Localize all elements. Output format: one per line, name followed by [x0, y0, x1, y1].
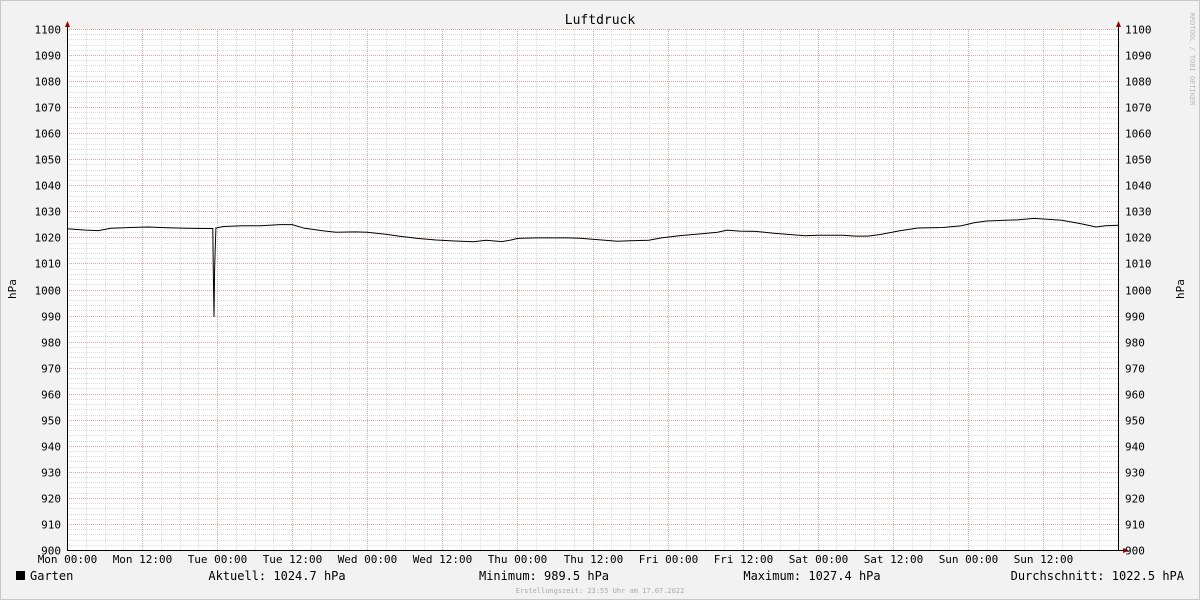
legend-average: Durchschnitt: 1022.5 hPA — [1011, 569, 1185, 583]
x-tick-label: Fri 12:00 — [714, 553, 774, 566]
y-tick-label-right: 1060 — [1125, 128, 1152, 141]
y-tick-label-left: 960 — [41, 389, 61, 402]
y-tick-label-left: 1030 — [35, 206, 62, 219]
y-tick-label-right: 1040 — [1125, 180, 1152, 193]
y-tick-label-right: 970 — [1125, 363, 1145, 376]
chart-title: Luftdruck — [565, 13, 636, 28]
y-tick-label-left: 930 — [41, 467, 61, 480]
y-tick-label-left: 1060 — [35, 128, 62, 141]
y-axis-right-arrow — [1116, 21, 1121, 27]
legend-series-name: Garten — [30, 569, 73, 583]
y-tick-label-right: 1090 — [1125, 50, 1152, 63]
x-tick-label: Sat 00:00 — [789, 553, 849, 566]
x-tick-label: Sat 12:00 — [864, 553, 924, 566]
y-tick-label-right: 1030 — [1125, 206, 1152, 219]
y-tick-label-right: 950 — [1125, 415, 1145, 428]
y-axis-label-right: hPa — [1174, 279, 1187, 299]
y-tick-label-right: 1050 — [1125, 154, 1152, 167]
chart-frame: Luftdruck hPa hPa RRDTOOL / TOBI OETIKER… — [0, 0, 1200, 600]
y-tick-label-right: 900 — [1125, 545, 1145, 558]
y-tick-label-left: 940 — [41, 441, 61, 454]
x-tick-label: Sun 00:00 — [939, 553, 999, 566]
y-tick-label-right: 1010 — [1125, 258, 1152, 271]
y-tick-label-right: 1000 — [1125, 285, 1152, 298]
y-axis-left-arrow — [65, 21, 70, 27]
y-tick-label-left: 1100 — [35, 24, 62, 37]
y-tick-label-left: 990 — [41, 311, 61, 324]
y-axis-label-left: hPa — [6, 279, 19, 299]
x-tick-label: Fri 00:00 — [639, 553, 699, 566]
y-tick-label-left: 970 — [41, 363, 61, 376]
y-tick-label-left: 1080 — [35, 76, 62, 89]
y-tick-label-right: 910 — [1125, 519, 1145, 532]
y-tick-label-right: 960 — [1125, 389, 1145, 402]
y-tick-label-left: 1000 — [35, 285, 62, 298]
y-tick-label-left: 1020 — [35, 232, 62, 245]
y-tick-label-right: 920 — [1125, 493, 1145, 506]
y-tick-label-right: 990 — [1125, 311, 1145, 324]
y-tick-label-right: 1100 — [1125, 24, 1152, 37]
y-tick-label-left: 910 — [41, 519, 61, 532]
y-tick-label-right: 940 — [1125, 441, 1145, 454]
legend-minimum: Minimum: 989.5 hPa — [479, 569, 609, 583]
y-tick-label-right: 1070 — [1125, 102, 1152, 115]
x-tick-label: Wed 00:00 — [338, 553, 398, 566]
x-tick-label: Tue 00:00 — [188, 553, 248, 566]
y-tick-label-right: 930 — [1125, 467, 1145, 480]
y-tick-label-left: 1090 — [35, 50, 62, 63]
y-tick-label-left: 920 — [41, 493, 61, 506]
creation-time: Erstellungszeit: 23:55 Uhr am 17.07.2022 — [516, 587, 685, 595]
plot-area — [67, 29, 1118, 550]
y-tick-label-right: 1020 — [1125, 232, 1152, 245]
x-tick-label: Mon 00:00 — [38, 553, 98, 566]
x-tick-labels: Mon 00:00 Mon 12:00 Tue 00:00 Tue 12:00 Wed … — [38, 553, 1074, 566]
x-tick-label: Sun 12:00 — [1014, 553, 1074, 566]
y-tick-label-left: 1050 — [35, 154, 62, 167]
y-tick-label-right: 1080 — [1125, 76, 1152, 89]
x-tick-label: Thu 00:00 — [488, 553, 548, 566]
legend-current: Aktuell: 1024.7 hPa — [208, 569, 345, 583]
y-tick-label-left: 1070 — [35, 102, 62, 115]
x-tick-label: Tue 12:00 — [263, 553, 323, 566]
legend-maximum: Maximum: 1027.4 hPa — [743, 569, 880, 583]
legend-swatch — [16, 571, 25, 580]
y-tick-label-left: 1040 — [35, 180, 62, 193]
pressure-chart: Luftdruck hPa hPa RRDTOOL / TOBI OETIKER… — [6, 13, 1196, 595]
y-tick-label-right: 980 — [1125, 337, 1145, 350]
watermark: RRDTOOL / TOBI OETIKER — [1188, 13, 1196, 107]
y-tick-label-left: 950 — [41, 415, 61, 428]
y-tick-label-left: 1010 — [35, 258, 62, 271]
x-tick-label: Thu 12:00 — [564, 553, 624, 566]
x-tick-label: Mon 12:00 — [113, 553, 173, 566]
x-tick-label: Wed 12:00 — [413, 553, 473, 566]
y-tick-label-left: 980 — [41, 337, 61, 350]
